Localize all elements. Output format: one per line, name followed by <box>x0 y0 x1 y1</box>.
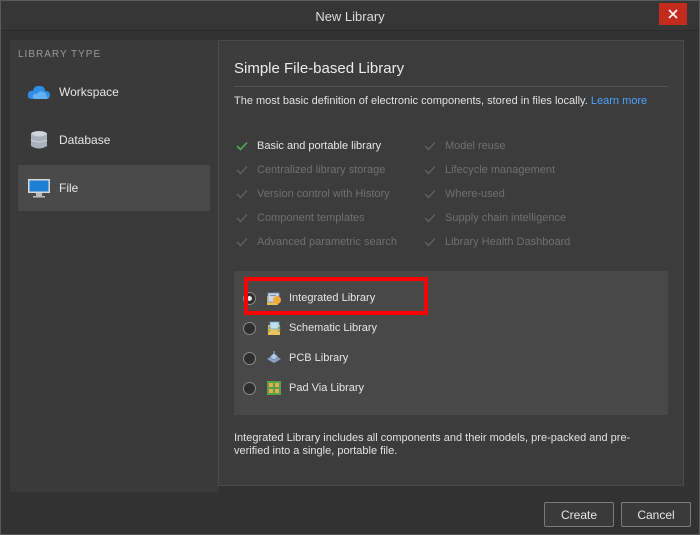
panel-heading: Simple File-based Library <box>234 60 405 77</box>
create-button[interactable]: Create <box>544 502 614 527</box>
option-integrated-library[interactable]: Integrated Library <box>243 286 375 310</box>
check-icon <box>424 212 436 224</box>
check-icon <box>424 188 436 200</box>
library-type-sidebar: LIBRARY TYPE Workspace Database File <box>10 40 219 492</box>
feature-where-used: Where-used <box>424 188 505 200</box>
check-icon <box>236 164 248 176</box>
feature-model-reuse: Model reuse <box>424 140 506 152</box>
feature-label: Basic and portable library <box>257 140 382 152</box>
radio-button[interactable] <box>243 351 256 365</box>
radio-button[interactable] <box>243 381 256 395</box>
feature-label: Component templates <box>257 212 365 224</box>
sidebar-item-file[interactable]: File <box>18 165 210 211</box>
sidebar-item-label: Database <box>59 133 111 147</box>
library-type-label: LIBRARY TYPE <box>18 49 102 60</box>
check-icon <box>424 140 436 152</box>
feature-label: Centralized library storage <box>257 164 386 176</box>
pcb-library-icon <box>267 351 281 363</box>
sidebar-item-database[interactable]: Database <box>18 117 210 163</box>
option-label: Pad Via Library <box>289 382 365 394</box>
option-pcb-library[interactable]: PCB Library <box>243 346 348 370</box>
option-label: Integrated Library <box>289 292 376 304</box>
new-library-dialog: New Library LIBRARY TYPE Workspace Datab… <box>0 0 700 535</box>
close-icon <box>668 9 678 19</box>
check-icon <box>424 236 436 248</box>
title-bar[interactable]: New Library <box>1 1 699 31</box>
database-icon <box>27 129 51 151</box>
option-schematic-library[interactable]: Schematic Library <box>243 316 377 340</box>
check-icon <box>236 212 248 224</box>
check-icon <box>236 236 248 248</box>
schematic-library-icon <box>267 321 281 335</box>
window-title: New Library <box>315 9 385 24</box>
library-details-panel: Simple File-based Library The most basic… <box>218 40 684 486</box>
check-icon <box>424 164 436 176</box>
selected-option-description: Integrated Library includes all componen… <box>234 432 631 457</box>
radio-selected-dot <box>247 295 252 301</box>
cancel-button[interactable]: Cancel <box>621 502 691 527</box>
sidebar-item-label: Workspace <box>59 85 119 99</box>
option-pad-via-library[interactable]: Pad Via Library <box>243 376 364 400</box>
feature-component-templates: Component templates <box>236 212 365 224</box>
feature-label: Library Health Dashboard <box>445 236 571 248</box>
integrated-library-icon <box>267 292 281 305</box>
cloud-icon <box>27 81 51 103</box>
sidebar-item-workspace[interactable]: Workspace <box>18 69 210 115</box>
feature-supply-chain: Supply chain intelligence <box>424 212 566 224</box>
feature-label: Model reuse <box>445 140 506 152</box>
feature-basic-portable: Basic and portable library <box>236 140 381 152</box>
feature-label: Advanced parametric search <box>257 236 398 248</box>
feature-label: Supply chain intelligence <box>445 212 567 224</box>
learn-more-link[interactable]: Learn more <box>591 95 647 107</box>
check-icon <box>236 140 248 152</box>
feature-label: Where-used <box>445 188 505 200</box>
feature-centralized-storage: Centralized library storage <box>236 164 385 176</box>
radio-button[interactable] <box>243 321 256 335</box>
panel-description: The most basic definition of electronic … <box>234 95 654 108</box>
description-text: The most basic definition of electronic … <box>234 95 588 107</box>
heading-divider <box>234 86 668 87</box>
library-format-options: Integrated Library Schematic Library PCB… <box>234 271 668 415</box>
option-label: Schematic Library <box>289 322 378 334</box>
check-icon <box>236 188 248 200</box>
feature-parametric-search: Advanced parametric search <box>236 236 397 248</box>
feature-health-dashboard: Library Health Dashboard <box>424 236 570 248</box>
monitor-icon <box>27 177 51 199</box>
feature-label: Lifecycle management <box>445 164 556 176</box>
feature-lifecycle-management: Lifecycle management <box>424 164 555 176</box>
pad-via-library-icon <box>267 381 281 395</box>
feature-label: Version control with History <box>257 188 390 200</box>
radio-button[interactable] <box>243 291 256 305</box>
option-label: PCB Library <box>289 352 349 364</box>
feature-version-control: Version control with History <box>236 188 390 200</box>
sidebar-item-label: File <box>59 181 79 195</box>
close-button[interactable] <box>659 3 687 25</box>
